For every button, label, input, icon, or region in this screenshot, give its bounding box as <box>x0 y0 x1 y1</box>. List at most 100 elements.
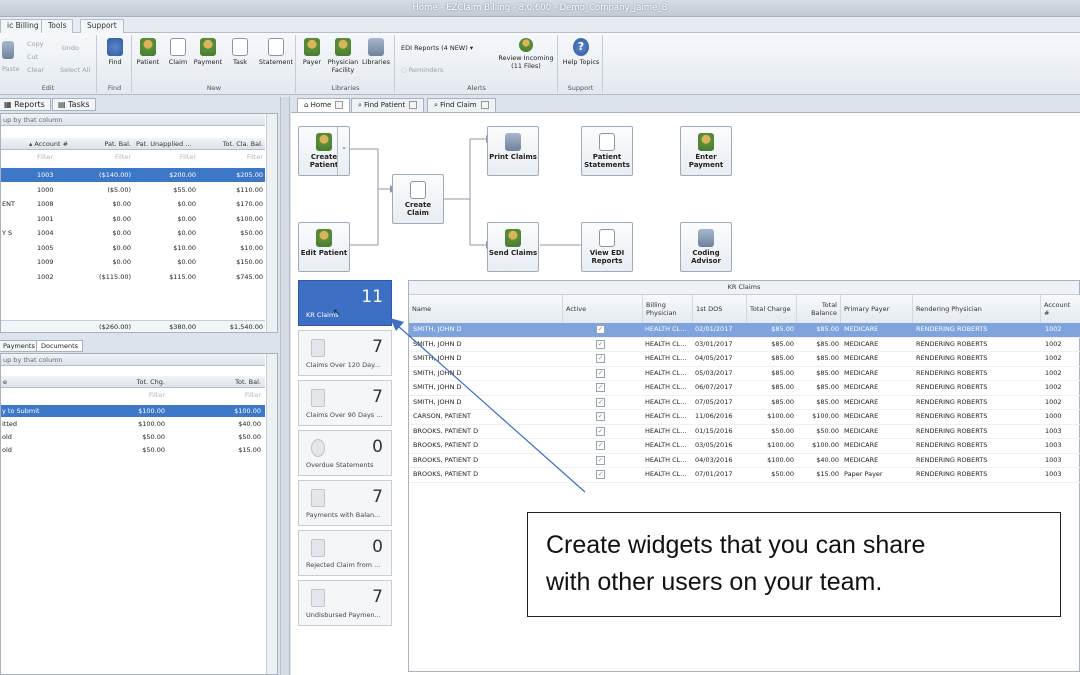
filter-cell[interactable]: Filter <box>87 153 131 161</box>
widget-undisbursed-payments[interactable]: 7 Undisbursed Paymen... <box>298 580 392 626</box>
table-row[interactable]: 1001 $0.00 $0.00 $100.00 <box>1 212 265 226</box>
close-icon[interactable] <box>409 101 418 109</box>
new-payment-button[interactable]: Payment <box>193 38 223 66</box>
column-first-dos[interactable]: 1st DOS <box>693 295 747 323</box>
close-icon[interactable] <box>335 101 344 109</box>
tab-find-claim[interactable]: ⌕ Find Claim <box>427 98 496 112</box>
clear-button[interactable]: Clear <box>27 66 44 74</box>
filter-cell[interactable]: Filter <box>101 391 165 399</box>
widget-kr-claims[interactable]: 11 KR Claims <box>298 280 392 326</box>
column-primary-payer[interactable]: Primary Payer <box>841 295 913 323</box>
new-claim-button[interactable]: Claim <box>163 38 193 66</box>
column-total-balance[interactable]: Total Balance <box>797 295 841 323</box>
cell-bal: $50.00 <box>238 433 261 441</box>
menu-tab-support[interactable]: Support <box>80 19 124 33</box>
print-claims-button[interactable]: Print Claims <box>487 126 539 176</box>
tab-find-patient[interactable]: ⌕ Find Patient <box>351 98 425 112</box>
column-account[interactable]: Account # <box>1041 295 1080 323</box>
mouse-cursor-icon: ↖ <box>333 308 341 318</box>
column-rendering-physician[interactable]: Rendering Physician <box>913 295 1041 323</box>
cell-dos: 06/07/2017 <box>695 383 733 391</box>
coding-advisor-button[interactable]: Coding Advisor <box>680 222 732 272</box>
table-row[interactable]: y to Submit $100.00 $100.00 <box>1 405 265 417</box>
tab-documents[interactable]: Documents <box>36 340 84 352</box>
paste-icon[interactable] <box>2 41 14 59</box>
widget-claims-over-90[interactable]: 7 Claims Over 90 Days ... <box>298 380 392 426</box>
reminders-button[interactable]: ◌ Reminders <box>401 66 443 74</box>
table-row[interactable]: ENT 1008 $0.00 $0.00 $170.00 <box>1 197 265 211</box>
table-row[interactable]: old $50.00 $15.00 <box>1 444 265 456</box>
cut-button[interactable]: Cut <box>27 53 38 61</box>
view-edi-reports-button[interactable]: View EDI Reports <box>581 222 633 272</box>
widget-rejected-claim[interactable]: 0 Rejected Claim from ... <box>298 530 392 576</box>
total-pat-bal: ($260.00) <box>99 323 131 331</box>
cell-bal: $0.00 <box>112 229 131 237</box>
chevron-down-icon: ⌄ <box>341 143 347 151</box>
new-task-button[interactable]: Task <box>225 38 255 66</box>
table-row[interactable]: 1009 $0.00 $0.00 $150.00 <box>1 255 265 269</box>
close-icon[interactable] <box>480 101 489 109</box>
table-row[interactable]: 1005 $0.00 $10.00 $10.00 <box>1 241 265 255</box>
tab-payments[interactable]: Payments <box>0 340 40 352</box>
callout-line: Create widgets that you can share <box>546 531 926 559</box>
new-patient-button[interactable]: Patient <box>133 38 163 66</box>
menu-tab-billing[interactable]: ic Billing <box>0 19 46 33</box>
paste-button[interactable]: Paste <box>2 65 20 73</box>
review-incoming-button[interactable]: Review Incoming (11 Files) <box>496 38 556 70</box>
window-title: Home - EZClaim Billing - 8.0.600 - Demo_… <box>412 3 668 13</box>
column-tot-cla-bal[interactable]: Tot. Cla. Bal. <box>199 140 263 148</box>
tab-tasks[interactable]: ▤ Tasks <box>52 98 96 111</box>
libraries-button[interactable]: Libraries <box>360 38 392 66</box>
widget-payments-with-balance[interactable]: 7 Payments with Balan... <box>298 480 392 526</box>
select-all-button[interactable]: Select All <box>60 66 90 74</box>
column-tot-bal[interactable]: Tot. Bal. <box>197 378 261 386</box>
table-row[interactable]: 1000 ($5.00) $55.00 $110.00 <box>1 183 265 197</box>
create-claim-button[interactable]: Create Claim <box>392 174 444 224</box>
column-pat-bal[interactable]: Pat. Bal. <box>87 140 131 148</box>
filter-cell[interactable]: Filter <box>197 391 261 399</box>
cell-payer: MEDICARE <box>844 455 879 464</box>
splitter[interactable] <box>280 97 290 675</box>
tab-home[interactable]: ⌂ Home <box>297 98 351 112</box>
create-patient-dropdown[interactable]: ⌄ <box>337 127 350 175</box>
payer-button[interactable]: Payer <box>297 38 327 66</box>
column-account[interactable]: ▴ Account # <box>29 140 68 148</box>
statement-icon <box>268 38 284 56</box>
filter-cell[interactable]: Filter <box>37 153 53 161</box>
filter-row[interactable]: Filter Filter <box>1 389 265 401</box>
filter-cell[interactable]: Filter <box>136 153 196 161</box>
cell-acct: 1008 <box>37 200 54 208</box>
physician-facility-button[interactable]: Physician Facility <box>327 38 359 74</box>
menu-tab-tools[interactable]: Tools <box>41 19 74 33</box>
copy-button[interactable]: Copy <box>27 40 44 48</box>
widget-claims-over-120[interactable]: 7 Claims Over 120 Day... <box>298 330 392 376</box>
cell-unapplied: $200.00 <box>169 171 196 179</box>
filter-cell[interactable]: Filter <box>199 153 263 161</box>
table-row[interactable]: 1002 ($115.00) $115.00 $745.00 <box>1 270 265 284</box>
column-status-cut[interactable]: e <box>3 378 7 386</box>
vertical-scrollbar[interactable] <box>266 354 277 674</box>
undo-button[interactable]: Undo <box>62 44 79 52</box>
widget-overdue-statements[interactable]: 0 Overdue Statements <box>298 430 392 476</box>
vertical-scrollbar[interactable] <box>266 114 277 332</box>
help-topics-button[interactable]: ? Help Topics <box>561 38 601 66</box>
filter-row[interactable]: Filter Filter Filter Filter <box>1 151 265 163</box>
column-pat-unapplied[interactable]: Pat. Unapplied ... <box>136 140 196 148</box>
column-billing-physician[interactable]: Billing Physician <box>643 295 693 323</box>
column-total-charge[interactable]: Total Charge <box>747 295 797 323</box>
find-button[interactable]: Find <box>100 38 130 66</box>
column-tot-chg[interactable]: Tot. Chg. <box>101 378 165 386</box>
patient-statements-button[interactable]: Patient Statements <box>581 126 633 176</box>
new-statement-button[interactable]: Statement <box>257 38 295 66</box>
table-row[interactable]: old $50.00 $50.00 <box>1 431 265 443</box>
callout-text: Create widgets that you can share with o… <box>546 527 925 601</box>
table-row[interactable]: Y S 1004 $0.00 $0.00 $50.00 <box>1 226 265 240</box>
send-claims-button[interactable]: Send Claims <box>487 222 539 272</box>
edi-reports-dropdown[interactable]: EDI Reports (4 NEW) ▾ <box>401 44 473 52</box>
enter-payment-button[interactable]: Enter Payment <box>680 126 732 176</box>
edit-patient-button[interactable]: Edit Patient <box>298 222 350 272</box>
table-row[interactable]: itted $100.00 $40.00 <box>1 418 265 430</box>
cell-status: y to Submit <box>2 407 40 415</box>
tab-reports[interactable]: ▦ Reports <box>0 98 51 111</box>
table-row[interactable]: 1003 ($140.00) $200.00 $205.00 <box>1 168 265 182</box>
